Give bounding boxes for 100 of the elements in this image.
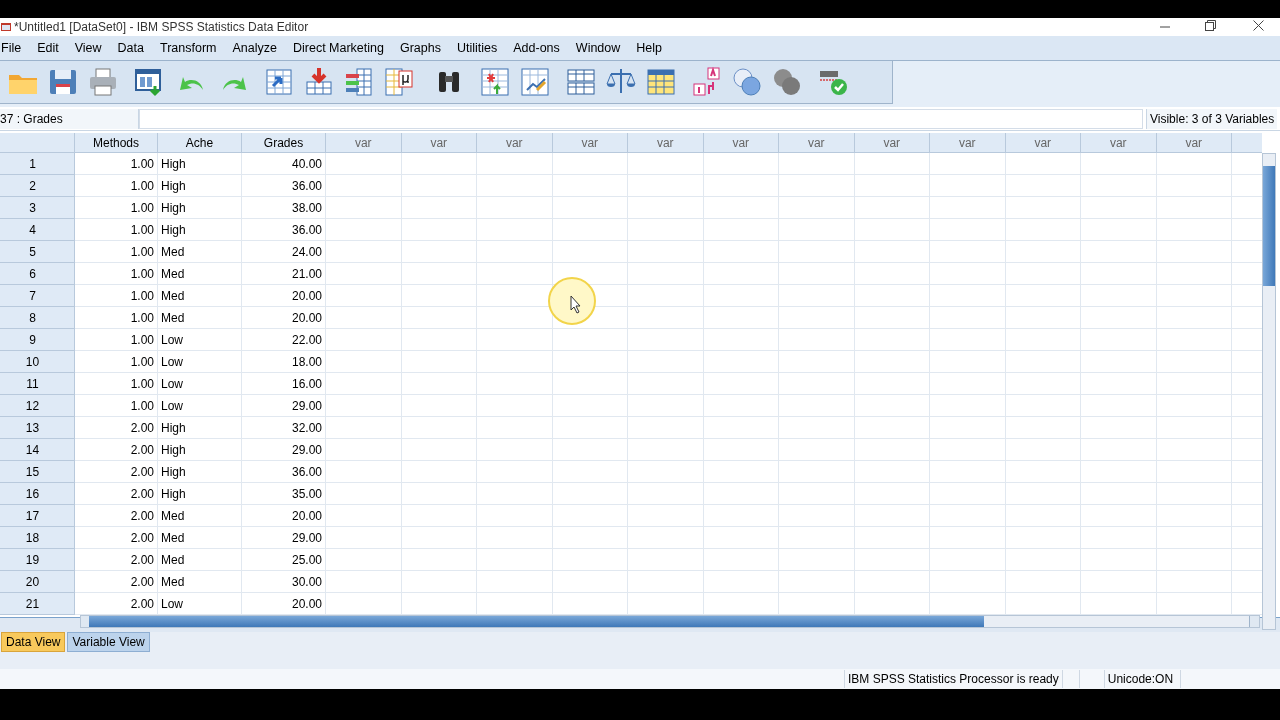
table-cell: 30.00 — [242, 571, 326, 593]
column-header[interactable]: Methods — [75, 133, 158, 153]
table-cell: 2.00 — [75, 571, 158, 593]
table-cell: Low — [158, 373, 242, 395]
vertical-scrollbar[interactable] — [1262, 153, 1276, 630]
column-header[interactable]: var — [1005, 133, 1081, 153]
row-number[interactable]: 19 — [0, 549, 75, 571]
table-icon[interactable] — [645, 66, 677, 98]
row-number[interactable]: 3 — [0, 197, 75, 219]
circle-pair-icon[interactable] — [771, 66, 803, 98]
unicode-status: Unicode:ON — [1104, 670, 1181, 688]
row-number[interactable]: 9 — [0, 329, 75, 351]
mouse-cursor-icon — [547, 276, 597, 326]
row-number[interactable]: 5 — [0, 241, 75, 263]
table-cell: Med — [158, 241, 242, 263]
menu-item[interactable]: Transform — [152, 38, 225, 58]
table-arrow-icon[interactable] — [263, 66, 295, 98]
scrollbar-thumb[interactable] — [89, 616, 984, 627]
view-tab[interactable]: Data View — [1, 632, 66, 652]
scrollbar-thumb[interactable] — [1263, 166, 1275, 286]
table-cell: 20.00 — [242, 285, 326, 307]
corner-cell[interactable] — [0, 133, 75, 153]
table-cell: 40.00 — [242, 153, 326, 175]
menu-item[interactable]: File — [0, 38, 30, 58]
column-header[interactable]: var — [1156, 133, 1232, 153]
horizontal-scrollbar[interactable] — [80, 615, 1260, 628]
column-header[interactable]: var — [477, 133, 553, 153]
row-number[interactable]: 20 — [0, 571, 75, 593]
visible-variables-label: Visible: 3 of 3 Variables — [1146, 108, 1278, 129]
table-cell: 1.00 — [75, 197, 158, 219]
menu-item[interactable]: Graphs — [391, 38, 449, 58]
menu-item[interactable]: Edit — [29, 38, 67, 58]
table-cell: 1.00 — [75, 373, 158, 395]
printer-icon[interactable] — [87, 66, 119, 98]
table-cell: Med — [158, 505, 242, 527]
table-cell: 25.00 — [242, 549, 326, 571]
row-number[interactable]: 8 — [0, 307, 75, 329]
overlapping-circles-icon[interactable] — [731, 66, 763, 98]
table-cell: Med — [158, 527, 242, 549]
table-cell: Low — [158, 351, 242, 373]
table-cell: 2.00 — [75, 461, 158, 483]
row-number[interactable]: 7 — [0, 285, 75, 307]
table-cell: 20.00 — [242, 505, 326, 527]
view-tab[interactable]: Variable View — [67, 632, 150, 652]
column-header[interactable]: Ache — [158, 133, 242, 153]
table-cell: High — [158, 197, 242, 219]
table-cell: 1.00 — [75, 219, 158, 241]
close-icon[interactable] — [1253, 20, 1264, 31]
row-number[interactable]: 15 — [0, 461, 75, 483]
column-header[interactable]: Grades — [242, 133, 326, 153]
row-number[interactable]: 13 — [0, 417, 75, 439]
value-labels-icon[interactable] — [691, 66, 723, 98]
menu-item[interactable]: Analyze — [224, 38, 285, 58]
table-chart-icon[interactable] — [519, 66, 551, 98]
menu-item[interactable]: Data — [109, 38, 152, 58]
table-star-icon[interactable] — [479, 66, 511, 98]
table-cell: 36.00 — [242, 175, 326, 197]
table-cell: High — [158, 439, 242, 461]
cell-editor-field[interactable] — [139, 108, 1143, 129]
menu-item[interactable]: Help — [628, 38, 670, 58]
row-number[interactable]: 16 — [0, 483, 75, 505]
column-header[interactable]: var — [779, 133, 855, 153]
row-number[interactable]: 17 — [0, 505, 75, 527]
row-number[interactable]: 6 — [0, 263, 75, 285]
column-header[interactable]: var — [401, 133, 477, 153]
table-cell: 2.00 — [75, 417, 158, 439]
table-symbol-icon[interactable] — [383, 66, 415, 98]
table-insert-icon[interactable] — [303, 66, 335, 98]
column-header[interactable]: var — [854, 133, 930, 153]
column-header[interactable]: var — [552, 133, 628, 153]
row-number[interactable]: 12 — [0, 395, 75, 417]
table-cell: High — [158, 153, 242, 175]
menu-item[interactable]: Window — [567, 38, 629, 58]
menu-item[interactable]: View — [66, 38, 110, 58]
column-header[interactable]: var — [930, 133, 1006, 153]
row-number[interactable]: 1 — [0, 153, 75, 175]
columns-icon[interactable] — [343, 66, 375, 98]
menu-item[interactable]: Direct Marketing — [284, 38, 392, 58]
row-number[interactable]: 14 — [0, 439, 75, 461]
column-header[interactable]: var — [326, 133, 402, 153]
table-cell: Med — [158, 307, 242, 329]
split-table-icon[interactable] — [565, 66, 597, 98]
row-number[interactable]: 11 — [0, 373, 75, 395]
row-number[interactable]: 10 — [0, 351, 75, 373]
column-header[interactable]: var — [628, 133, 704, 153]
menu-item[interactable]: Add-ons — [505, 38, 568, 58]
column-header[interactable]: var — [703, 133, 779, 153]
table-cell: 29.00 — [242, 439, 326, 461]
table-cell: Med — [158, 285, 242, 307]
table-cell: 29.00 — [242, 527, 326, 549]
row-number[interactable]: 21 — [0, 593, 75, 615]
restore-icon[interactable] — [1205, 20, 1216, 31]
table-cell: 1.00 — [75, 263, 158, 285]
row-number[interactable]: 18 — [0, 527, 75, 549]
menu-item[interactable]: Utilities — [448, 38, 506, 58]
column-header[interactable]: var — [1081, 133, 1157, 153]
table-cell: High — [158, 175, 242, 197]
status-message: IBM SPSS Statistics Processor is ready — [844, 670, 1063, 688]
row-number[interactable]: 4 — [0, 219, 75, 241]
row-number[interactable]: 2 — [0, 175, 75, 197]
